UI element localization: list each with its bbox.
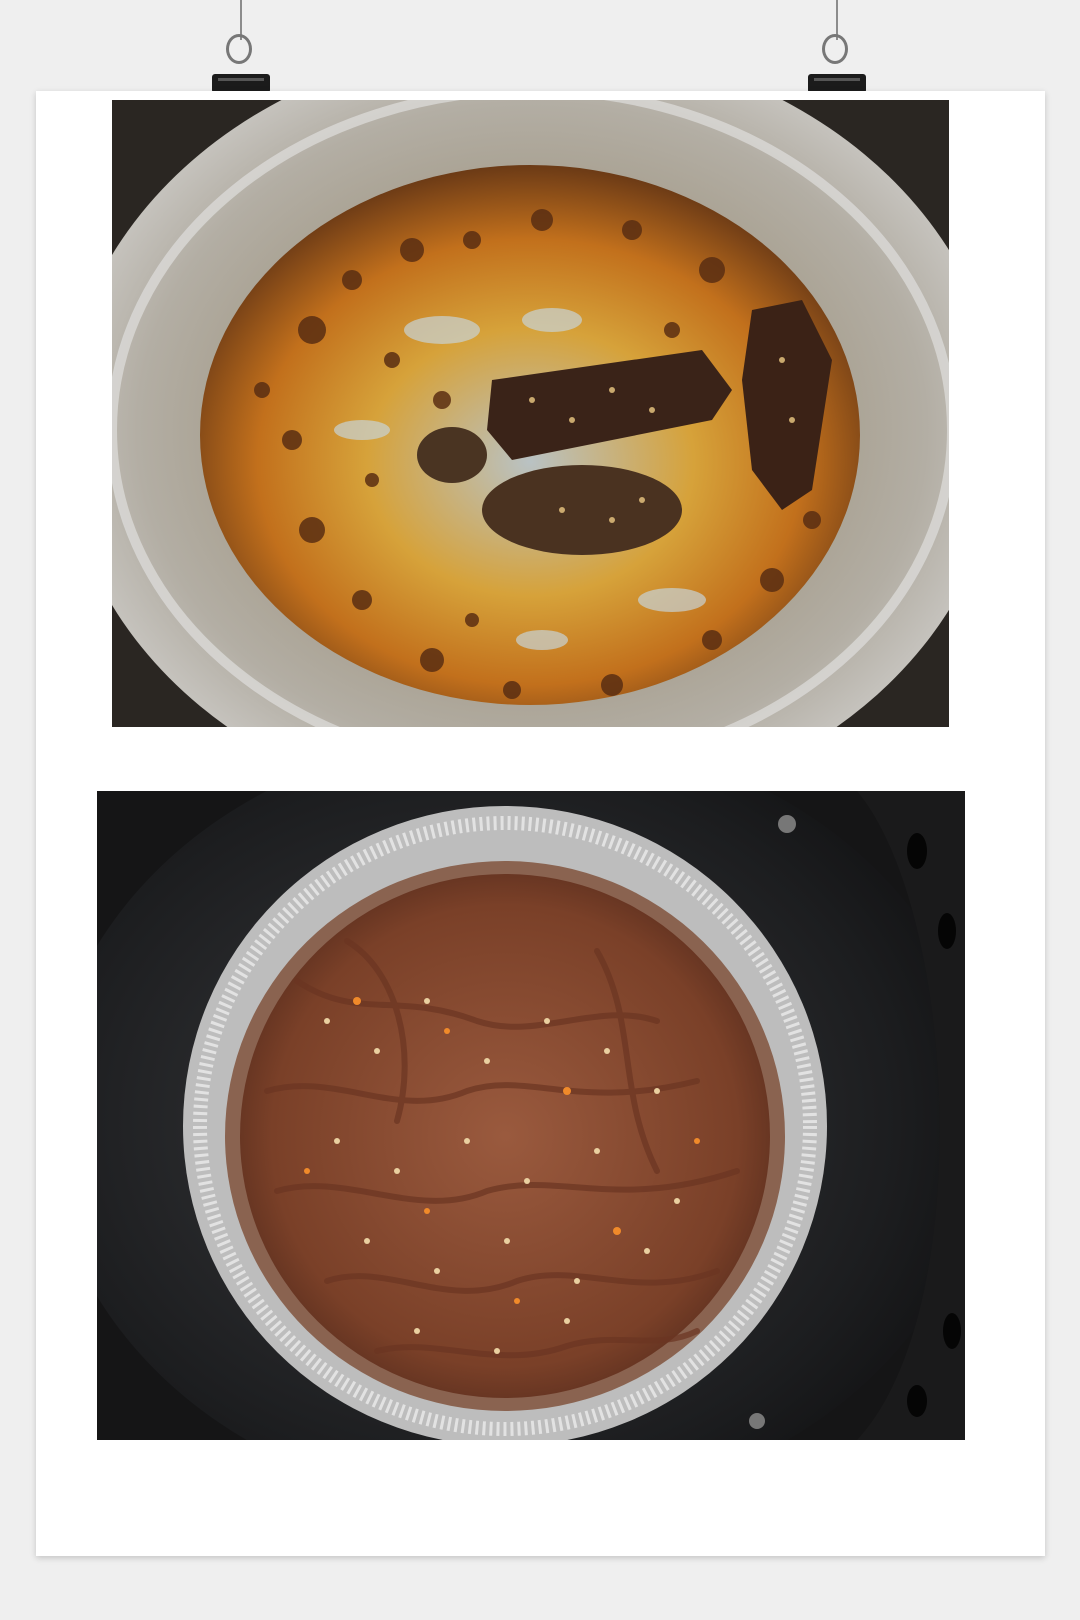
photo-cooked-jerky — [112, 100, 949, 727]
air-fryer-basket-with-marinated-beef-icon — [97, 791, 965, 1440]
binder-clip-right-icon — [808, 30, 866, 92]
binder-clip-left-icon — [212, 30, 270, 92]
foil-pan-with-cooked-jerky-icon — [112, 100, 949, 727]
photo-marinated-beef — [97, 791, 965, 1440]
poster-sheet — [36, 91, 1045, 1556]
